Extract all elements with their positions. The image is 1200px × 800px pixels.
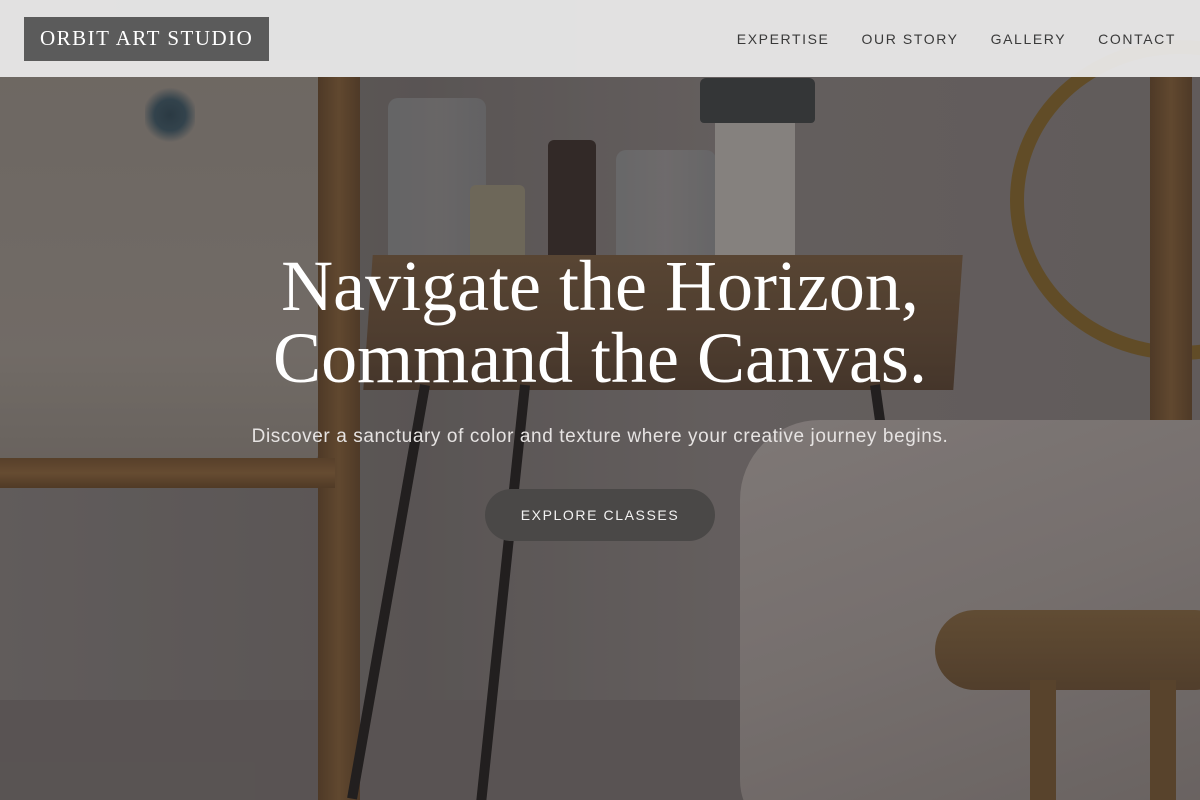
headline-line-2: Command the Canvas.: [273, 318, 927, 398]
hero-headline: Navigate the Horizon, Command the Canvas…: [0, 250, 1200, 394]
hero-subheadline: Discover a sanctuary of color and textur…: [251, 426, 949, 447]
main-menu: EXPERTISE OUR STORY GALLERY CONTACT: [737, 31, 1176, 47]
explore-classes-button[interactable]: EXPLORE CLASSES: [485, 489, 715, 541]
nav-link-contact[interactable]: CONTACT: [1098, 31, 1176, 47]
nav-link-expertise[interactable]: EXPERTISE: [737, 31, 830, 47]
nav-link-our-story[interactable]: OUR STORY: [862, 31, 959, 47]
top-navbar: ORBIT ART STUDIO EXPERTISE OUR STORY GAL…: [0, 0, 1200, 77]
nav-link-gallery[interactable]: GALLERY: [991, 31, 1067, 47]
brand-logo[interactable]: ORBIT ART STUDIO: [24, 16, 270, 61]
hero-section: ORBIT ART STUDIO EXPERTISE OUR STORY GAL…: [0, 0, 1200, 800]
hero-content: Navigate the Horizon, Command the Canvas…: [0, 250, 1200, 541]
headline-line-1: Navigate the Horizon,: [281, 246, 919, 326]
